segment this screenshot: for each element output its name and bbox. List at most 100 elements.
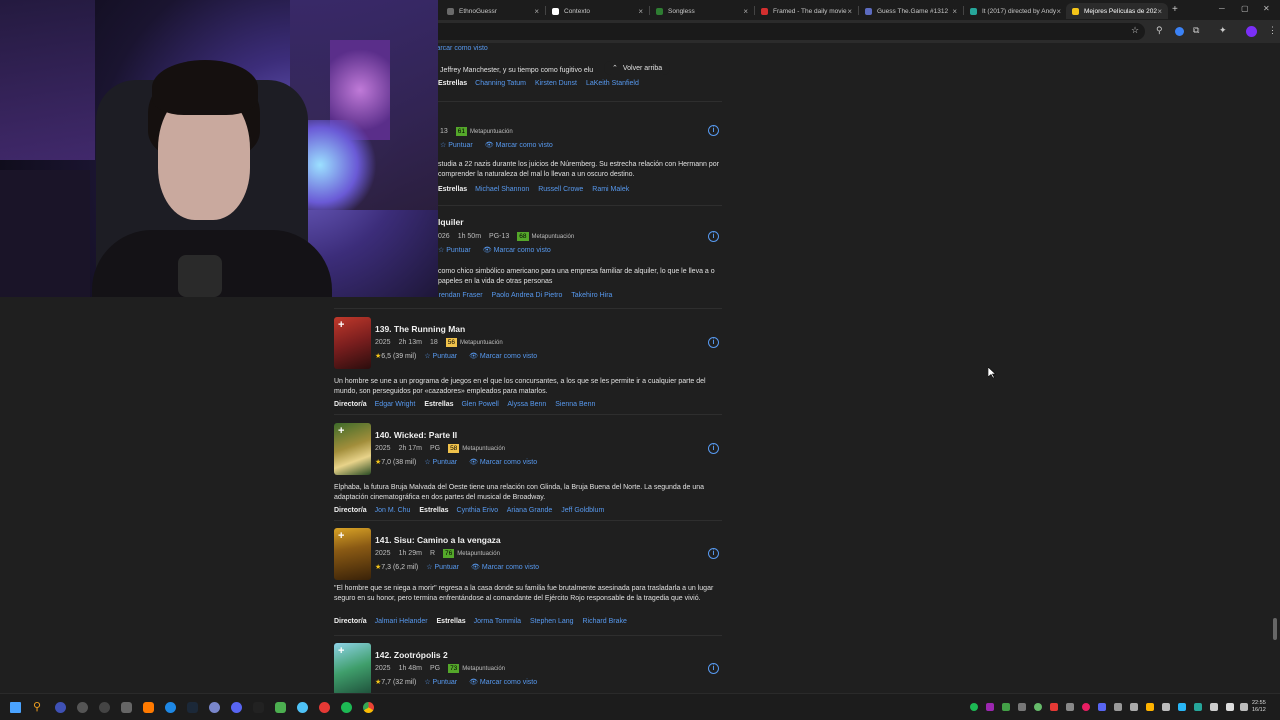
tab-guess-the-game[interactable]: Guess The.Game #1312 × bbox=[859, 3, 963, 19]
back-to-top-button[interactable]: ⌃ Volver arriba bbox=[604, 61, 671, 75]
mark-watched-button[interactable]: 👁 Marcar como visto bbox=[471, 563, 539, 571]
star-link[interactable]: Glen Powell bbox=[461, 401, 498, 408]
close-tab-icon[interactable]: × bbox=[534, 7, 539, 16]
app-icon[interactable] bbox=[99, 702, 110, 713]
new-tab-button[interactable]: + bbox=[1172, 4, 1178, 15]
tab-imdb-active[interactable]: Mejores Películas de 2025 × bbox=[1066, 3, 1168, 19]
star-link[interactable]: LaKeith Stanfield bbox=[586, 80, 639, 87]
maximize-icon[interactable]: ▢ bbox=[1241, 4, 1249, 13]
tray-icon[interactable] bbox=[986, 703, 994, 711]
rate-button[interactable]: ☆ Puntuar bbox=[424, 678, 457, 686]
steam-icon[interactable] bbox=[187, 702, 198, 713]
info-icon[interactable]: i bbox=[708, 231, 719, 242]
tray-icon[interactable] bbox=[1002, 703, 1010, 711]
start-icon[interactable] bbox=[10, 702, 21, 713]
tab-ethnoguessr[interactable]: EthnoGuessr × bbox=[441, 3, 545, 19]
director-link[interactable]: Jon M. Chu bbox=[375, 507, 411, 514]
address-bar[interactable] bbox=[330, 23, 1145, 40]
star-link[interactable]: Rami Malek bbox=[592, 186, 629, 193]
scrollbar-thumb[interactable] bbox=[1273, 618, 1277, 640]
tray-icon[interactable] bbox=[1098, 703, 1106, 711]
system-clock[interactable]: 22:55 16/12 bbox=[1252, 700, 1266, 714]
close-tab-icon[interactable]: × bbox=[638, 7, 643, 16]
rate-button[interactable]: ☆ Puntuar bbox=[426, 563, 459, 571]
star-link[interactable]: Jeff Goldblum bbox=[561, 507, 604, 514]
movie-title[interactable]: 140. Wicked: Parte II bbox=[375, 430, 457, 440]
menu-kebab-icon[interactable]: ⋮ bbox=[1268, 25, 1277, 36]
tab-letterboxd[interactable]: It (2017) directed by Andy × bbox=[964, 3, 1067, 19]
tray-icon[interactable] bbox=[970, 703, 978, 711]
app-icon[interactable] bbox=[275, 702, 286, 713]
movie-title[interactable]: 141. Sisu: Camino a la vengaza bbox=[375, 535, 501, 545]
window-close-icon[interactable]: ✕ bbox=[1263, 4, 1270, 13]
add-watchlist-icon[interactable]: + bbox=[338, 425, 344, 437]
star-link[interactable]: Cynthia Erivo bbox=[457, 507, 499, 514]
movie-poster[interactable]: + bbox=[334, 423, 371, 475]
tab-songless[interactable]: Songless × bbox=[650, 3, 754, 19]
extension-icon[interactable]: ⚲ bbox=[1156, 25, 1163, 36]
movie-poster[interactable]: + bbox=[334, 317, 371, 369]
movie-poster[interactable]: + bbox=[334, 643, 371, 693]
star-link[interactable]: Kirsten Dunst bbox=[535, 80, 577, 87]
tray-icon[interactable] bbox=[1018, 703, 1026, 711]
tray-icon[interactable] bbox=[1162, 703, 1170, 711]
mark-watched-button[interactable]: 👁 Marcar como visto bbox=[485, 141, 553, 149]
star-link[interactable]: Sienna Benn bbox=[555, 401, 595, 408]
director-link[interactable]: Edgar Wright bbox=[375, 401, 416, 408]
info-icon[interactable]: i bbox=[708, 337, 719, 348]
app-v-icon[interactable] bbox=[55, 702, 66, 713]
close-tab-icon[interactable]: × bbox=[952, 7, 957, 16]
discord-icon[interactable] bbox=[231, 702, 242, 713]
mark-watched-button[interactable]: 👁 Marcar como visto bbox=[483, 246, 551, 254]
star-link[interactable]: Paolo Andrea Di Pietro bbox=[492, 292, 563, 299]
app-icon[interactable] bbox=[77, 702, 88, 713]
extension-blue-icon[interactable] bbox=[1175, 27, 1184, 36]
tray-icon[interactable] bbox=[1146, 703, 1154, 711]
star-link[interactable]: Takehiro Hira bbox=[571, 292, 612, 299]
add-watchlist-icon[interactable]: + bbox=[338, 319, 344, 331]
tray-icon[interactable] bbox=[1066, 703, 1074, 711]
star-link[interactable]: Richard Brake bbox=[583, 618, 627, 625]
star-link[interactable]: Ariana Grande bbox=[507, 507, 553, 514]
movie-poster[interactable]: + bbox=[334, 528, 371, 580]
close-tab-icon[interactable]: × bbox=[1157, 7, 1162, 16]
app-icon[interactable] bbox=[143, 702, 154, 713]
bookmarks-icon[interactable]: ✦ bbox=[1219, 25, 1227, 36]
add-watchlist-icon[interactable]: + bbox=[338, 645, 344, 657]
spotify-icon[interactable] bbox=[341, 702, 352, 713]
info-icon[interactable]: i bbox=[708, 443, 719, 454]
close-tab-icon[interactable]: × bbox=[1056, 7, 1061, 16]
app-icon[interactable] bbox=[209, 702, 220, 713]
tray-icon[interactable] bbox=[1114, 703, 1122, 711]
director-link[interactable]: Jalmari Helander bbox=[375, 618, 428, 625]
info-icon[interactable]: i bbox=[708, 548, 719, 559]
profile-avatar[interactable] bbox=[1246, 26, 1257, 37]
close-tab-icon[interactable]: × bbox=[743, 7, 748, 16]
star-link[interactable]: Channing Tatum bbox=[475, 80, 526, 87]
chrome-icon[interactable] bbox=[363, 702, 374, 713]
star-link[interactable]: Alyssa Benn bbox=[507, 401, 546, 408]
puzzle-icon[interactable]: ⧉ bbox=[1193, 25, 1199, 36]
tray-icon[interactable] bbox=[1050, 703, 1058, 711]
mark-watched-button[interactable]: 👁 Marcar como visto bbox=[469, 678, 537, 686]
minimize-icon[interactable]: ─ bbox=[1219, 4, 1225, 13]
mark-watched-button[interactable]: 👁 Marcar como visto bbox=[469, 458, 537, 466]
app-icon[interactable] bbox=[121, 702, 132, 713]
tab-framed[interactable]: Framed - The daily movie × bbox=[755, 3, 858, 19]
star-link[interactable]: rendan Fraser bbox=[439, 292, 483, 299]
movie-title[interactable]: 139. The Running Man bbox=[375, 324, 465, 334]
info-icon[interactable]: i bbox=[708, 663, 719, 674]
bookmark-star-icon[interactable]: ☆ bbox=[1131, 25, 1139, 36]
app-icon[interactable] bbox=[165, 702, 176, 713]
close-tab-icon[interactable]: × bbox=[847, 7, 852, 16]
app-icon[interactable] bbox=[297, 702, 308, 713]
tray-icon[interactable] bbox=[1178, 703, 1186, 711]
movie-title[interactable]: lquiler bbox=[438, 217, 464, 227]
obs-icon[interactable] bbox=[319, 702, 330, 713]
mark-watched-button[interactable]: 👁 Marcar como visto bbox=[469, 352, 537, 360]
tray-icon[interactable] bbox=[1082, 703, 1090, 711]
volume-icon[interactable] bbox=[1226, 703, 1234, 711]
star-link[interactable]: Michael Shannon bbox=[475, 186, 529, 193]
rate-button[interactable]: ☆ Puntuar bbox=[424, 352, 457, 360]
tiktok-icon[interactable] bbox=[253, 702, 264, 713]
